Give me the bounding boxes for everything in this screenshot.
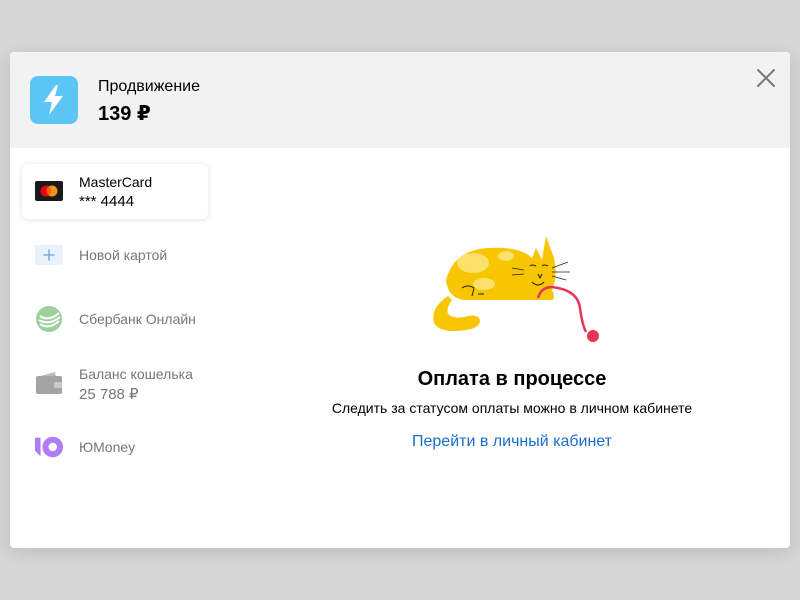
payment-methods-list: MasterCard *** 4444 Новой картой Сбербан…: [22, 164, 208, 484]
plus-icon: [34, 242, 64, 268]
wallet-icon: [34, 370, 64, 396]
wallet-balance: 25 788 ₽: [79, 386, 139, 403]
payment-method-yoomoney[interactable]: ЮMoney: [22, 420, 208, 475]
payment-method-wallet[interactable]: Баланс кошелька 25 788 ₽: [22, 356, 208, 411]
cat-illustration: [433, 236, 599, 342]
status-subtitle: Следить за статусом оплаты можно в лично…: [331, 400, 693, 416]
personal-account-link[interactable]: Перейти в личный кабинет: [220, 433, 790, 451]
payment-method-label: MasterCard: [79, 174, 153, 190]
payment-method-label: Сбербанк Онлайн: [79, 311, 196, 327]
yoomoney-icon: [34, 434, 64, 460]
product-price: 139 ₽: [98, 103, 151, 125]
payment-modal: Продвижение 139 ₽ MasterCard *** 4444 Но…: [10, 52, 790, 548]
product-name: Продвижение: [98, 78, 200, 95]
close-button[interactable]: [754, 66, 778, 90]
close-icon[interactable]: [756, 68, 776, 88]
payment-method-mastercard[interactable]: MasterCard *** 4444: [22, 164, 208, 219]
payment-method-new-card[interactable]: Новой картой: [22, 228, 208, 283]
mastercard-icon: [34, 178, 64, 204]
payment-method-label: Баланс кошелька: [79, 366, 193, 382]
payment-method-label: ЮMoney: [79, 439, 136, 455]
modal-header: Продвижение 139 ₽: [10, 52, 790, 148]
sberbank-icon: [34, 306, 64, 332]
lightning-icon: [30, 76, 78, 124]
payment-method-label: Новой картой: [79, 247, 168, 263]
payment-method-sberbank[interactable]: Сбербанк Онлайн: [22, 292, 208, 347]
card-number: *** 4444: [79, 193, 135, 210]
status-title: Оплата в процессе: [417, 368, 607, 390]
